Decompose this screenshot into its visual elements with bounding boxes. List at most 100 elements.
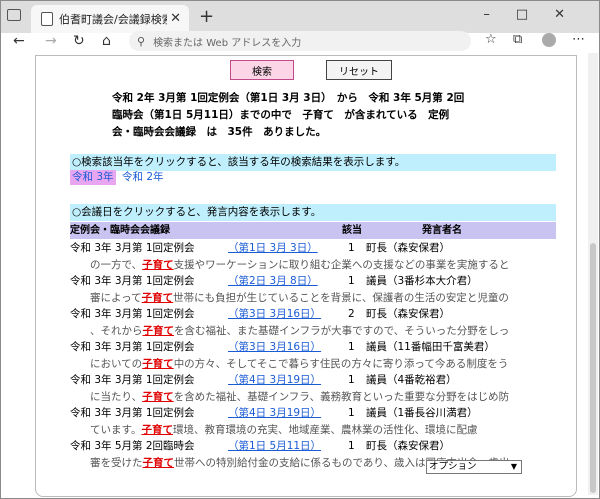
summary-line: 令和 2年 3月第 1回定例会（第1日 3月 3日） から 令和 3年 5月第 …	[112, 92, 465, 104]
back-icon[interactable]: ←	[13, 33, 25, 49]
speaker-name: 町長（森安保君）	[366, 440, 450, 452]
new-tab-icon[interactable]: +	[199, 6, 214, 27]
excerpt-post: を含めた福祉、基礎インフラ、義務教育といった重要な分野をはじめ防	[173, 391, 510, 403]
excerpt-post: 世帯にも負担が生じていることを背景に、保護者の生活の安定と児童の	[173, 292, 509, 304]
table-row: 令和 3年 3月第 1回定例会 （第3日 3月16日） 1 議員（11番幅田千富美君）…	[70, 339, 556, 373]
keyword-highlight[interactable]: 子育て	[142, 259, 174, 271]
more-menu-icon[interactable]: ⋯	[572, 32, 585, 47]
col-seq: 該当	[342, 225, 362, 236]
year-link-r2[interactable]: 令和 2年	[122, 170, 164, 185]
speaker-name: 町長（森安保君）	[366, 242, 450, 254]
speaker-name: 議員（11番幅田千富美君）	[366, 341, 495, 353]
table-row: 令和 3年 3月第 1回定例会 （第3日 3月16日） 2 町長（森安保君） 、それから…	[70, 306, 556, 340]
table-row: 令和 3年 3月第 1回定例会 （第2日 3月 8日） 1 議員（3番杉本大介君） 審に…	[70, 273, 556, 307]
excerpt-pre: 、それから	[90, 325, 143, 337]
match-count: 1	[348, 242, 355, 254]
meeting-name: 令和 3年 3月第 1回定例会	[70, 341, 195, 353]
search-button[interactable]: 検索	[230, 60, 294, 80]
meeting-date-link[interactable]: （第4日 3月19日）	[228, 405, 321, 421]
keyword-highlight[interactable]: 子育て	[143, 325, 175, 337]
excerpt-pre: においての	[90, 358, 143, 370]
meeting-date-link[interactable]: （第1日 3月 3日）	[228, 240, 318, 256]
meeting-name: 令和 3年 3月第 1回定例会	[70, 242, 195, 254]
tab-title: 伯耆町議会/会議録検索システム	[59, 13, 167, 26]
meeting-date-link[interactable]: （第1日 5月11日）	[228, 438, 321, 454]
tab-bar: 伯耆町議会/会議録検索システム ✕ + –□✕	[1, 1, 599, 33]
match-count: 2	[348, 308, 355, 320]
excerpt-pre: ています。	[90, 424, 142, 436]
excerpt: 審によって子育て世帯にも負担が生じていることを背景に、保護者の生活の安定と児童の	[90, 290, 556, 306]
meeting-name: 令和 3年 3月第 1回定例会	[70, 374, 195, 386]
match-count: 1	[348, 275, 355, 287]
result-summary: 令和 2年 3月第 1回定例会（第1日 3月 3日） から 令和 3年 5月第 …	[112, 90, 512, 141]
speaker-name: 議員（4番乾裕君）	[366, 374, 457, 386]
meeting-date-link[interactable]: （第4日 3月19日）	[228, 372, 321, 388]
match-count: 1	[348, 407, 355, 419]
match-count: 1	[348, 440, 355, 452]
excerpt: の一方で、子育て支援やワーケーションに取り組む企業への支援などの事業を実施すると	[90, 257, 556, 273]
excerpt: に当たり、子育てを含めた福祉、基礎インフラ、義務教育といった重要な分野をはじめ防	[90, 389, 556, 405]
excerpt-pre: 審を受けた	[90, 457, 143, 469]
home-icon[interactable]: ⌂	[102, 33, 111, 49]
search-results-page: 検索 リセット 令和 2年 3月第 1回定例会（第1日 3月 3日） から 令和…	[35, 55, 577, 497]
meeting-name: 令和 3年 5月第 2回臨時会	[70, 440, 195, 452]
search-icon: ⚲	[137, 34, 146, 48]
excerpt: ています。子育て環境、教育環境の充実、地域産業、農林業の活性化、環境に配慮	[90, 422, 556, 438]
speaker-name: 議員（3番杉本大介君）	[366, 275, 478, 287]
col-meeting: 定例会・臨時会会議録	[70, 225, 170, 236]
table-row: 令和 3年 3月第 1回定例会 （第4日 3月19日） 1 議員（1番長谷川満君） てい…	[70, 405, 556, 439]
excerpt: においての子育て中の方々、そしてそこで暮らす住民の方々に寄り添って今ある制度をう	[90, 356, 556, 372]
excerpt-pre: に当たり、	[90, 391, 143, 403]
keyword-highlight[interactable]: 子育て	[142, 391, 174, 403]
collections-icon[interactable]: ⧉	[513, 32, 522, 47]
address-bar[interactable]: ⚲ 検索または Web アドレスを入力	[129, 31, 471, 51]
keyword-highlight[interactable]: 子育て	[142, 358, 174, 370]
summary-line: 会・臨時会会議録 は 35件 ありました。	[112, 126, 327, 138]
profile-avatar[interactable]	[542, 33, 556, 47]
keyword-highlight[interactable]: 子育て	[143, 457, 175, 469]
meeting-name: 令和 3年 3月第 1回定例会	[70, 308, 195, 320]
keyword-highlight[interactable]: 子育て	[141, 424, 173, 436]
chevron-down-icon: ▼	[510, 462, 517, 471]
meeting-date-link[interactable]: （第2日 3月 8日）	[228, 273, 318, 289]
col-speaker: 発言者名	[422, 225, 462, 236]
match-count: 1	[348, 374, 355, 386]
address-placeholder: 検索または Web アドレスを入力	[153, 37, 302, 49]
window-controls[interactable]: –□✕	[483, 7, 591, 22]
table-row: 令和 3年 3月第 1回定例会 （第4日 3月19日） 1 議員（4番乾裕君） に当たり…	[70, 372, 556, 406]
year-instruction: ○検索該当年をクリックすると、該当する年の検索結果を表示します。	[70, 154, 556, 171]
speaker-name: 町長（森安保君）	[366, 308, 450, 320]
meeting-name: 令和 3年 3月第 1回定例会	[70, 275, 195, 287]
scrollbar-thumb[interactable]	[590, 243, 596, 493]
excerpt-post: 中の方々、そしてそこで暮らす住民の方々に寄り添って今ある制度をう	[173, 358, 509, 370]
excerpt: 、それから子育てを含む福祉、また基礎インフラが大事ですので、そういった分野をしっ	[90, 323, 556, 339]
forward-icon[interactable]: →	[45, 33, 57, 49]
refresh-icon[interactable]: ↻	[73, 33, 85, 49]
tab-actions-icon[interactable]	[7, 9, 21, 21]
meeting-date-link[interactable]: （第3日 3月16日）	[228, 306, 321, 322]
table-row: 令和 3年 3月第 1回定例会 （第1日 3月 3日） 1 町長（森安保君） の一方で、…	[70, 240, 556, 274]
match-count: 1	[348, 341, 355, 353]
option-select-value: オプション	[429, 461, 477, 472]
meeting-name: 令和 3年 3月第 1回定例会	[70, 407, 195, 419]
excerpt-post: を含む福祉、また基礎インフラが大事ですので、そういった分野をしっ	[174, 325, 510, 337]
favorites-star-icon[interactable]: ☆	[485, 32, 497, 47]
date-instruction: ○会議日をクリックすると、発言内容を表示します。	[70, 204, 556, 221]
results-table-header: 定例会・臨時会会議録 該当 発言者名	[70, 222, 556, 239]
excerpt-post: 環境、教育環境の充実、地域産業、農林業の活性化、環境に配慮	[172, 424, 478, 436]
excerpt-post: 支援やワーケーションに取り組む企業への支援などの事業を実施すると	[173, 259, 510, 271]
page-scrollbar[interactable]	[588, 53, 598, 495]
excerpt-pre: の一方で、	[90, 259, 143, 271]
option-select[interactable]: オプション ▼	[426, 460, 522, 474]
page-favicon-icon	[41, 12, 53, 26]
year-link-r3[interactable]: 令和 3年	[70, 170, 116, 185]
browser-tab[interactable]: 伯耆町議会/会議録検索システム ✕	[31, 5, 189, 33]
speaker-name: 議員（1番長谷川満君）	[366, 407, 478, 419]
browser-window: 伯耆町議会/会議録検索システム ✕ + –□✕ ← → ↻ ⌂ ⚲ 検索または …	[0, 0, 600, 499]
close-tab-icon[interactable]: ✕	[170, 11, 181, 26]
reset-button[interactable]: リセット	[326, 60, 392, 80]
keyword-highlight[interactable]: 子育て	[142, 292, 174, 304]
excerpt-pre: 審によって	[90, 292, 142, 304]
summary-line: 臨時会（第1日 5月11日）までの中で 子育て が含まれている 定例	[112, 109, 450, 121]
meeting-date-link[interactable]: （第3日 3月16日）	[228, 339, 321, 355]
